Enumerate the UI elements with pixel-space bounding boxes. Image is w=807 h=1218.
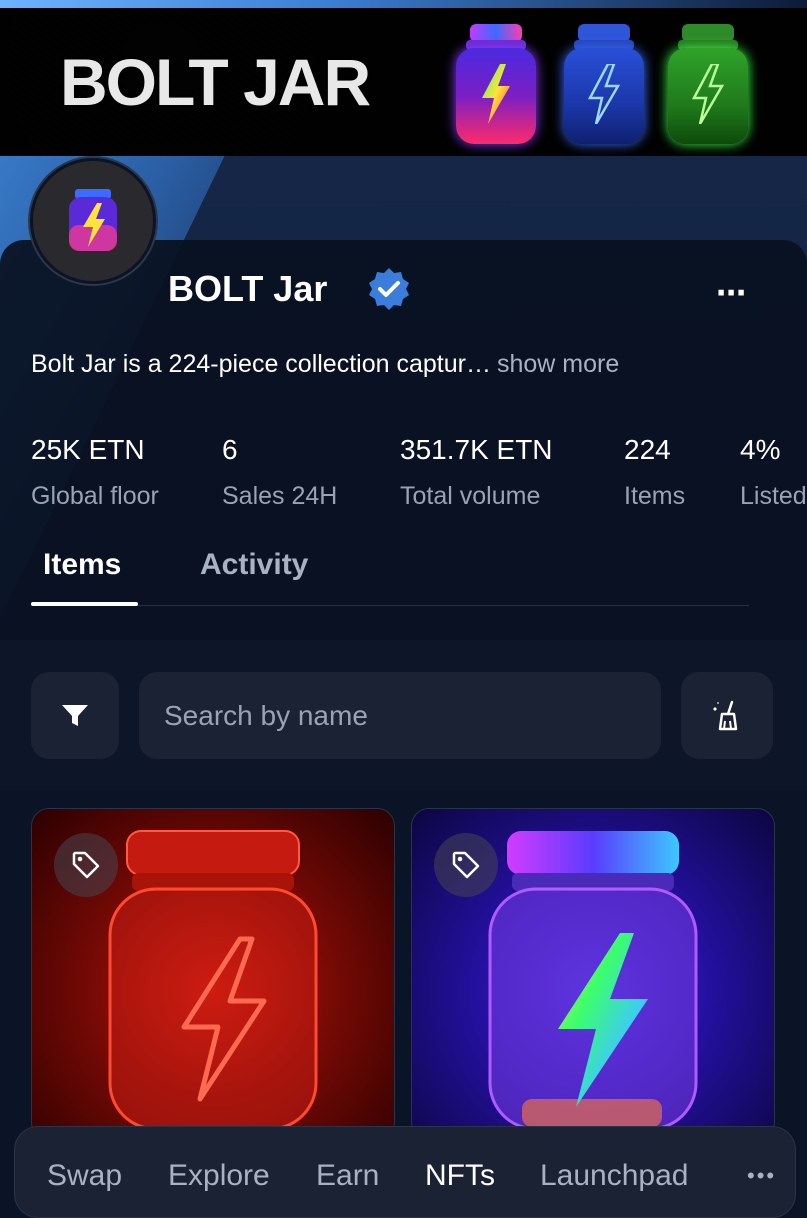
- bolt-icon: [691, 64, 725, 124]
- search-input[interactable]: [139, 672, 661, 759]
- stat-items-label: Items: [624, 482, 686, 510]
- collection-description: Bolt Jar is a 224-piece collection captu…: [31, 350, 619, 379]
- filter-button[interactable]: [31, 672, 119, 759]
- description-text: Bolt Jar is a 224-piece collection captu…: [31, 350, 491, 378]
- nft-card-rainbow-jar[interactable]: [411, 808, 775, 1140]
- stat-total-volume-value: 351.7K ETN: [400, 434, 553, 465]
- listed-tag-button[interactable]: [434, 833, 498, 897]
- bolt-icon: [587, 64, 621, 124]
- nft-card-red-jar[interactable]: [31, 808, 395, 1140]
- broom-sparkle-icon: [713, 700, 738, 730]
- stat-global-floor-label: Global floor: [31, 482, 159, 510]
- stat-global-floor-value: 25K ETN: [31, 434, 145, 465]
- banner-jar-green: [668, 24, 748, 148]
- stat-total-volume-label: Total volume: [400, 482, 541, 510]
- collection-banner: BOLT JAR: [0, 0, 807, 156]
- active-tab-indicator: [31, 602, 138, 606]
- bolt-icon: [482, 64, 510, 124]
- stat-listed-label: Listed: [740, 482, 807, 510]
- filter-icon: [62, 704, 88, 726]
- listed-tag-button[interactable]: [54, 833, 118, 897]
- tag-icon: [452, 851, 480, 879]
- collection-name: BOLT Jar: [168, 268, 328, 309]
- tag-icon: [72, 851, 100, 879]
- stat-items-value: 224: [624, 434, 671, 465]
- nav-item-earn[interactable]: Earn: [316, 1159, 379, 1193]
- tab-activity[interactable]: Activity: [200, 548, 308, 582]
- tab-divider: [31, 605, 749, 606]
- tab-items[interactable]: Items: [43, 548, 121, 582]
- nav-item-swap[interactable]: Swap: [47, 1159, 122, 1193]
- bottom-navigation: Swap Explore Earn NFTs Launchpad •••: [14, 1126, 796, 1218]
- banner-top-strip: [0, 0, 807, 8]
- banner-title: BOLT JAR: [60, 45, 371, 119]
- avatar-jar-image: [33, 161, 153, 281]
- stat-sales-24h-label: Sales 24H: [222, 482, 338, 510]
- collection-avatar[interactable]: [30, 158, 156, 284]
- nav-item-nfts[interactable]: NFTs: [425, 1159, 495, 1193]
- stat-listed-value: 4%: [740, 434, 781, 465]
- nav-item-explore[interactable]: Explore: [168, 1159, 270, 1193]
- nav-item-launchpad[interactable]: Launchpad: [540, 1159, 688, 1193]
- stat-sales-24h-value: 6: [222, 434, 238, 465]
- show-more-link[interactable]: show more: [497, 350, 619, 378]
- verified-badge-icon: [369, 268, 409, 310]
- banner-jar-blue: [564, 24, 644, 148]
- more-options-button[interactable]: ⋯: [716, 276, 747, 311]
- clean-filters-button[interactable]: [681, 672, 773, 759]
- banner-jar-rainbow: [456, 24, 536, 148]
- nav-more-button[interactable]: •••: [747, 1163, 776, 1189]
